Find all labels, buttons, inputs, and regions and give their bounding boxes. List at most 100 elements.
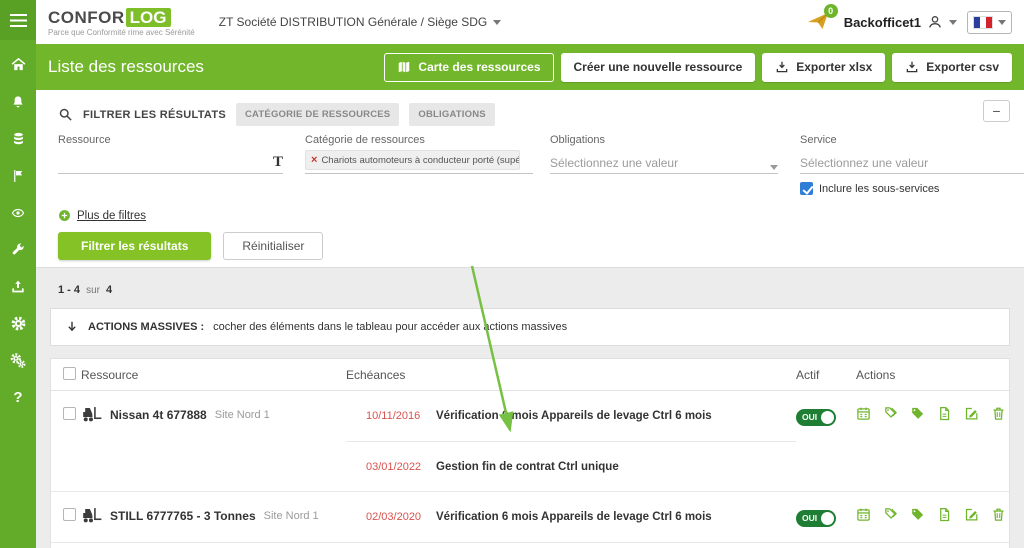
toggle-knob xyxy=(821,410,834,424)
language-selector[interactable] xyxy=(967,10,1012,34)
actif-toggle[interactable]: OUI xyxy=(796,408,836,426)
row-checkbox[interactable] xyxy=(63,508,76,521)
filter-reset-button[interactable]: Réinitialiser xyxy=(223,232,324,260)
tags-button[interactable] xyxy=(883,507,898,522)
sidebar-item-admin[interactable] xyxy=(0,342,36,379)
sidebar-item-resources[interactable] xyxy=(0,120,36,157)
bulk-actions-title: ACTIONS MASSIVES : xyxy=(88,321,205,333)
column-header-actions: Actions xyxy=(856,367,896,382)
arrow-down-icon xyxy=(68,321,76,332)
tag-button[interactable] xyxy=(910,406,925,421)
sidebar-item-home[interactable] xyxy=(0,46,36,83)
include-subservices-checkbox[interactable] xyxy=(800,182,813,195)
tags-icon xyxy=(883,507,898,522)
pdf-button[interactable] xyxy=(937,507,952,522)
eye-icon xyxy=(11,208,25,217)
pdf-icon xyxy=(937,507,952,522)
french-flag-icon xyxy=(973,15,993,29)
categorie-selected-chip: × Chariots automoteurs à conducteur port… xyxy=(305,150,520,170)
notification-count-badge: 0 xyxy=(823,4,838,18)
echeance-line: 03/01/2022 Gestion fin de contrat Ctrl u… xyxy=(346,441,796,491)
calendar-button[interactable] xyxy=(856,507,871,522)
remove-chip-icon[interactable]: × xyxy=(311,154,317,166)
tab-obligations[interactable]: OBLIGATIONS xyxy=(409,103,495,126)
flag-icon xyxy=(13,169,22,182)
obligations-select[interactable]: Sélectionnez une valeur xyxy=(550,150,778,174)
export-xlsx-button[interactable]: Exporter xlsx xyxy=(762,52,886,82)
service-select[interactable]: Sélectionnez une valeur xyxy=(800,150,1024,174)
tab-categorie-de-ressources[interactable]: CATÉGORIE DE RESSOURCES xyxy=(235,103,400,126)
bulk-actions-text: cocher des éléments dans le tableau pour… xyxy=(213,321,568,333)
download-icon xyxy=(905,60,919,74)
tag-icon xyxy=(910,406,925,421)
tag-button[interactable] xyxy=(910,507,925,522)
chevron-down-icon xyxy=(998,19,1006,25)
upload-icon xyxy=(12,280,24,292)
menu-toggle[interactable] xyxy=(0,0,36,40)
calendar-icon xyxy=(856,406,871,421)
obligations-field-label: Obligations xyxy=(550,134,606,146)
help-icon: ? xyxy=(13,389,23,406)
bulk-actions-bar: ACTIONS MASSIVES : cocher des éléments d… xyxy=(50,308,1010,346)
sidebar-item-tools[interactable] xyxy=(0,231,36,268)
ressource-input[interactable] xyxy=(58,156,273,170)
chevron-down-icon xyxy=(770,165,778,170)
user-name: Backofficet1 xyxy=(843,14,921,30)
context-selector[interactable]: ZT Société DISTRIBUTION Générale / Siège… xyxy=(219,15,502,29)
trash-icon xyxy=(991,507,1006,522)
pdf-icon xyxy=(937,406,952,421)
tags-icon xyxy=(883,406,898,421)
column-header-echeances: Echéances xyxy=(346,367,406,382)
calendar-button[interactable] xyxy=(856,406,871,421)
filter-panel: FILTRER LES RÉSULTATS CATÉGORIE DE RESSO… xyxy=(36,90,1024,268)
wrench-icon xyxy=(12,243,24,254)
edit-icon xyxy=(964,507,979,522)
sidebar-item-obligations[interactable] xyxy=(0,157,36,194)
sidebar-item-settings[interactable] xyxy=(0,305,36,342)
echeance-label[interactable]: Gestion fin de contrat Ctrl unique xyxy=(436,461,796,473)
delete-button[interactable] xyxy=(991,406,1006,421)
export-csv-button[interactable]: Exporter csv xyxy=(892,52,1012,82)
sidebar-item-notifications[interactable] xyxy=(0,83,36,120)
results-count: 1 - 4 sur 4 xyxy=(58,284,113,296)
select-all-checkbox[interactable] xyxy=(63,366,76,380)
user-menu[interactable]: Backofficet1 xyxy=(844,14,957,30)
top-header: Confor LOG Parce que Conformité rime ave… xyxy=(36,0,1024,44)
notifications-button[interactable]: 0 xyxy=(804,4,838,35)
actif-toggle[interactable]: OUI xyxy=(796,509,836,527)
resource-name[interactable]: Nissan 4t 677888 xyxy=(110,408,207,422)
more-filters-link[interactable]: Plus de filtres xyxy=(58,209,146,222)
delete-button[interactable] xyxy=(991,507,1006,522)
text-format-icon[interactable]: T xyxy=(273,155,283,170)
edit-button[interactable] xyxy=(964,406,979,421)
brand-name-primary: Confor xyxy=(48,7,125,27)
categorie-select[interactable]: × Chariots automoteurs à conducteur port… xyxy=(305,150,533,174)
categorie-field-label: Catégorie de ressources xyxy=(305,134,425,146)
sidebar-item-import[interactable] xyxy=(0,268,36,305)
filter-submit-button[interactable]: Filtrer les résultats xyxy=(58,232,212,260)
map-of-resources-button[interactable]: Carte des ressources xyxy=(384,52,554,82)
echeance-label[interactable]: Vérification 6 mois Appareils de levage … xyxy=(436,511,796,523)
person-icon xyxy=(929,16,941,28)
context-label: ZT Société DISTRIBUTION Générale / Siège… xyxy=(218,15,488,29)
create-resource-button[interactable]: Créer une nouvelle ressource xyxy=(560,52,756,82)
gears-icon xyxy=(10,353,26,368)
include-subservices-label: Inclure les sous-services xyxy=(819,182,940,195)
sidebar: ? xyxy=(0,0,36,548)
resource-site: Site Nord 1 xyxy=(214,408,270,421)
sidebar-item-watch[interactable] xyxy=(0,194,36,231)
sidebar-item-help[interactable]: ? xyxy=(0,379,36,416)
sidebar-nav: ? xyxy=(0,46,36,416)
row-checkbox[interactable] xyxy=(63,407,76,420)
tags-button[interactable] xyxy=(883,406,898,421)
edit-button[interactable] xyxy=(964,507,979,522)
brand-logo[interactable]: Confor LOG Parce que Conformité rime ave… xyxy=(48,7,195,37)
forklift-icon xyxy=(81,505,102,526)
results-section: 1 - 4 sur 4 ACTIONS MASSIVES : cocher de… xyxy=(36,284,1024,548)
echeance-line: 02/03/2020 Vérification 6 mois Appareils… xyxy=(346,492,796,542)
resource-name[interactable]: STILL 6777765 - 3 Tonnes xyxy=(110,509,256,523)
collapse-filters-button[interactable]: − xyxy=(983,100,1010,122)
echeance-label[interactable]: Vérification 6 mois Appareils de levage … xyxy=(436,410,796,422)
filter-title: FILTRER LES RÉSULTATS xyxy=(83,108,226,121)
pdf-button[interactable] xyxy=(937,406,952,421)
